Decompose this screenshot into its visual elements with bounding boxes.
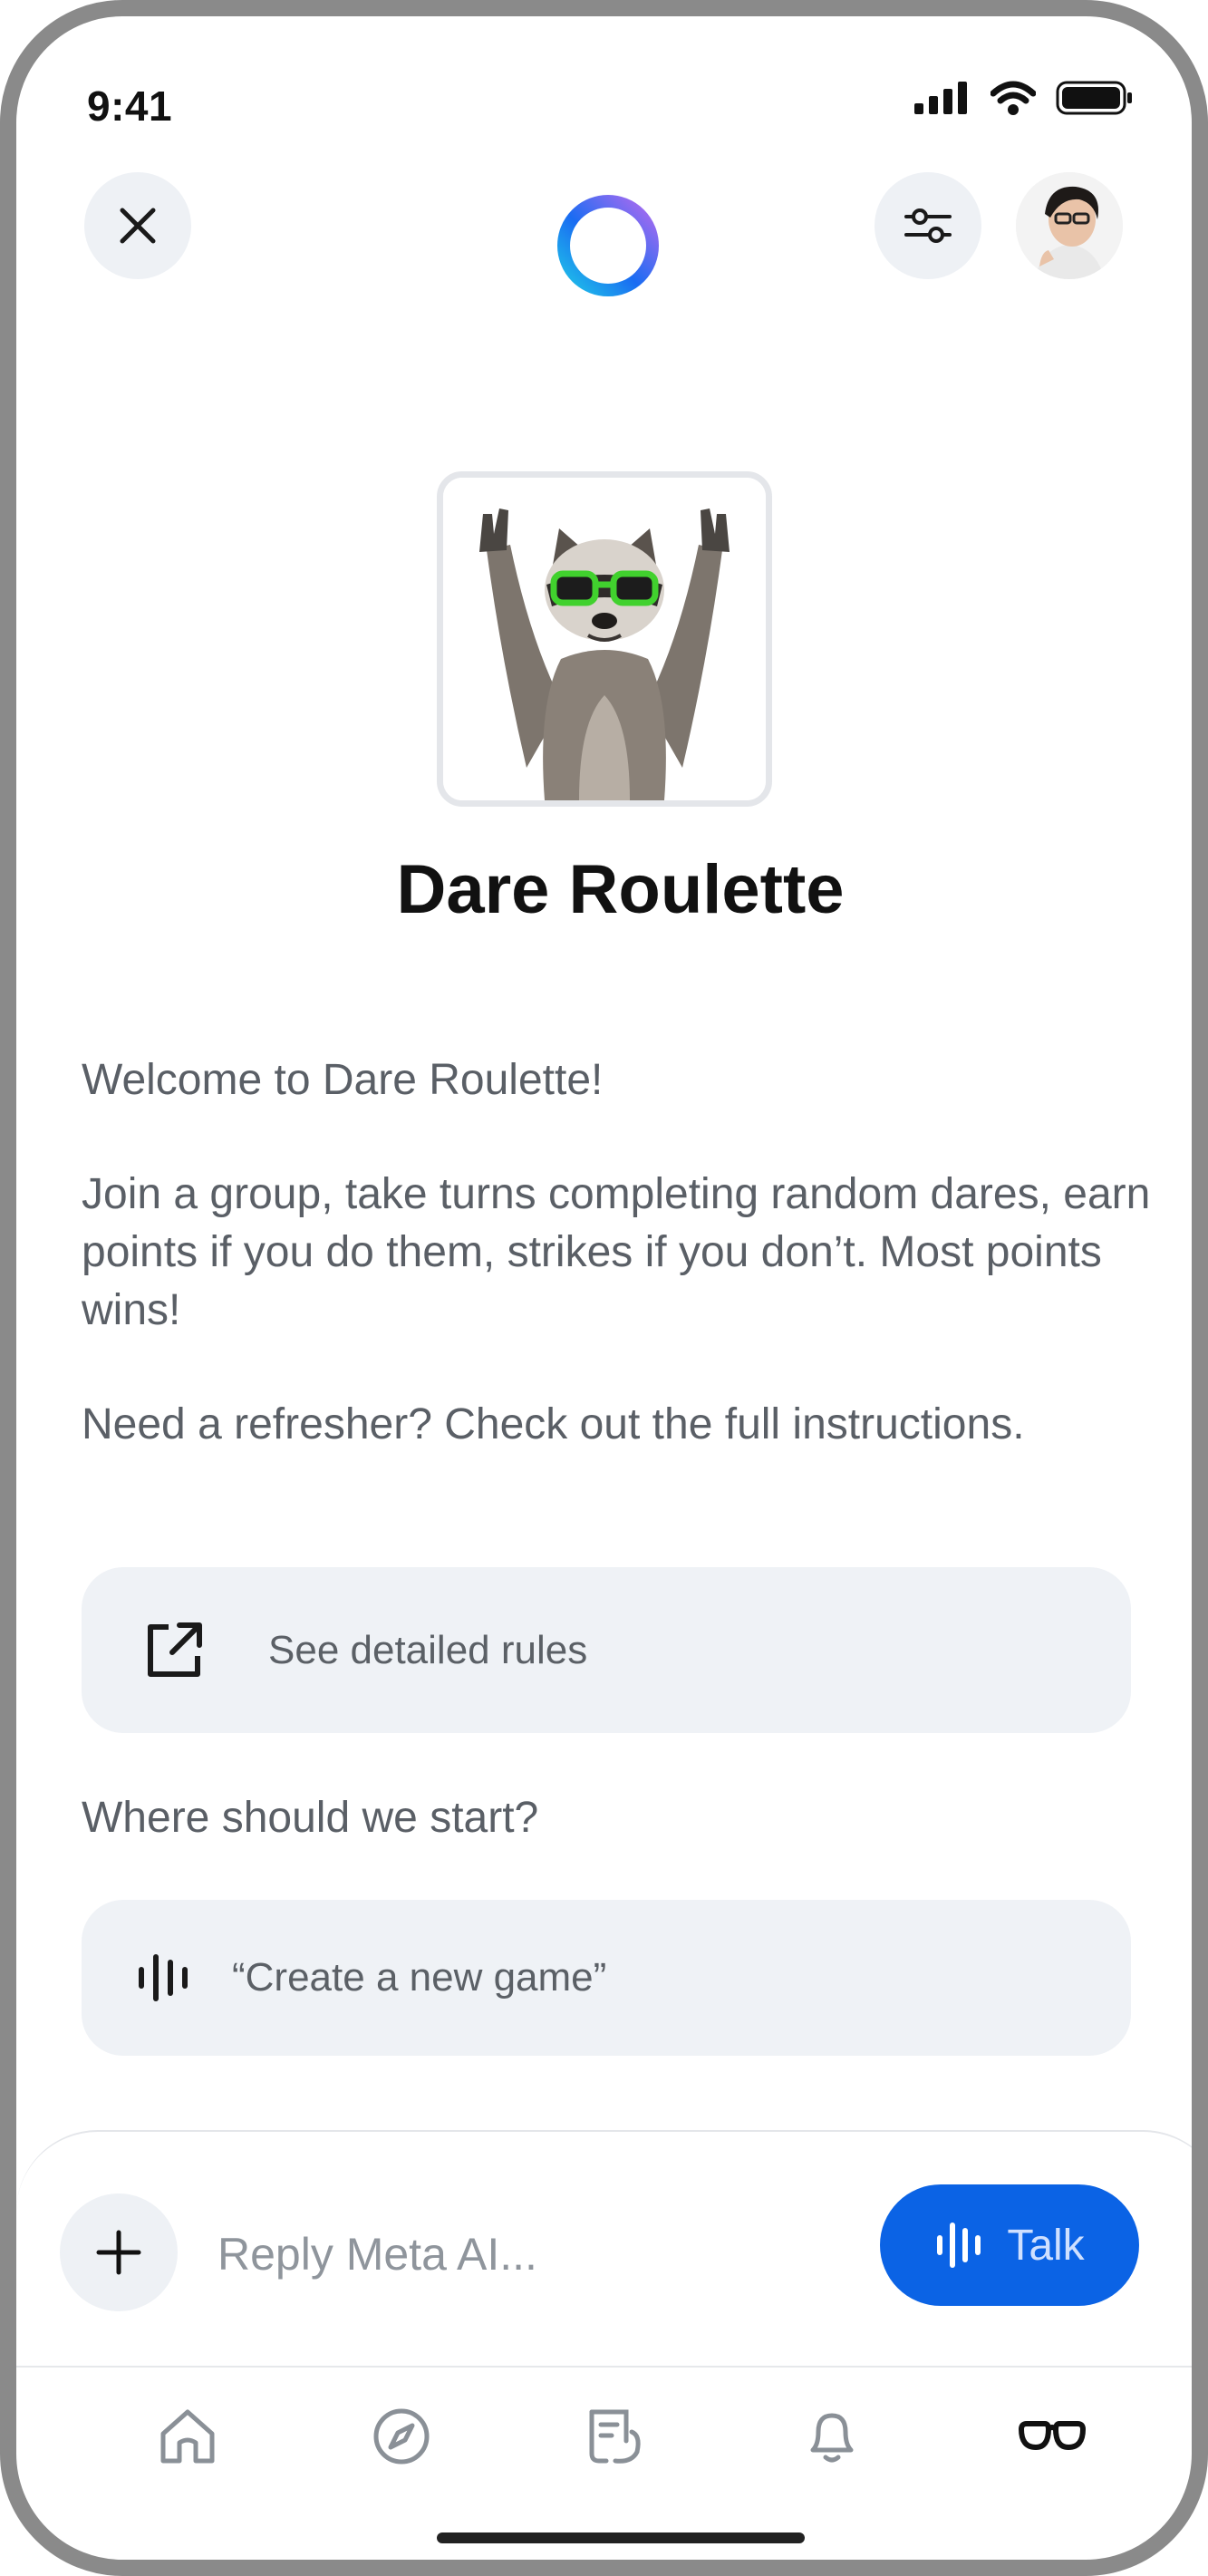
detailed-rules-label: See detailed rules [268,1627,588,1672]
phone-frame: 9:41 Dare Roulette Welcome to Dare Roule… [0,0,1208,2576]
nav-home[interactable] [133,2391,242,2482]
signal-icon [914,82,967,114]
nav-divider [16,2366,1192,2368]
user-avatar-image [1016,172,1123,279]
feed-icon [589,2409,641,2464]
home-icon [160,2409,215,2464]
status-icons [914,80,1134,116]
start-prompt-text: Where should we start? [82,1794,539,1842]
glasses-icon [1018,2421,1087,2451]
voice-waveform-icon [139,1954,188,2001]
refresher-text: Need a refresher? Check out the full ins… [82,1400,1025,1448]
game-thumbnail [437,471,772,807]
sliders-icon [904,208,952,243]
compass-icon [373,2408,430,2465]
detailed-rules-button[interactable]: See detailed rules [82,1567,1131,1733]
talk-button[interactable]: Talk [880,2184,1139,2306]
plus-icon [96,2230,141,2275]
raccoon-image [443,478,766,800]
talk-label: Talk [1007,2221,1085,2270]
welcome-text: Welcome to Dare Roulette! [82,1056,604,1104]
wifi-icon [991,81,1036,115]
nav-feed[interactable] [562,2391,671,2482]
close-button[interactable] [84,172,191,279]
settings-button[interactable] [875,172,981,279]
nav-notifications[interactable] [778,2391,886,2482]
status-time: 9:41 [87,82,173,130]
suggestion-label: “Create a new game” [232,1955,607,2000]
battery-icon [1056,81,1132,115]
bell-icon [810,2413,854,2463]
close-icon [120,208,156,244]
meta-ai-logo [557,195,659,296]
page-title: Dare Roulette [396,851,845,928]
nav-glasses[interactable] [998,2391,1107,2482]
suggestion-chip[interactable]: “Create a new game” [82,1900,1131,2056]
add-attachment-button[interactable] [60,2193,178,2311]
description-text: Join a group, take turns completing rand… [82,1170,1151,1334]
avatar[interactable] [1016,172,1123,279]
voice-waveform-icon [937,2223,981,2268]
nav-explore[interactable] [347,2391,456,2482]
reply-input[interactable] [216,2210,854,2299]
home-indicator [437,2532,805,2543]
external-link-icon [148,1622,202,1677]
